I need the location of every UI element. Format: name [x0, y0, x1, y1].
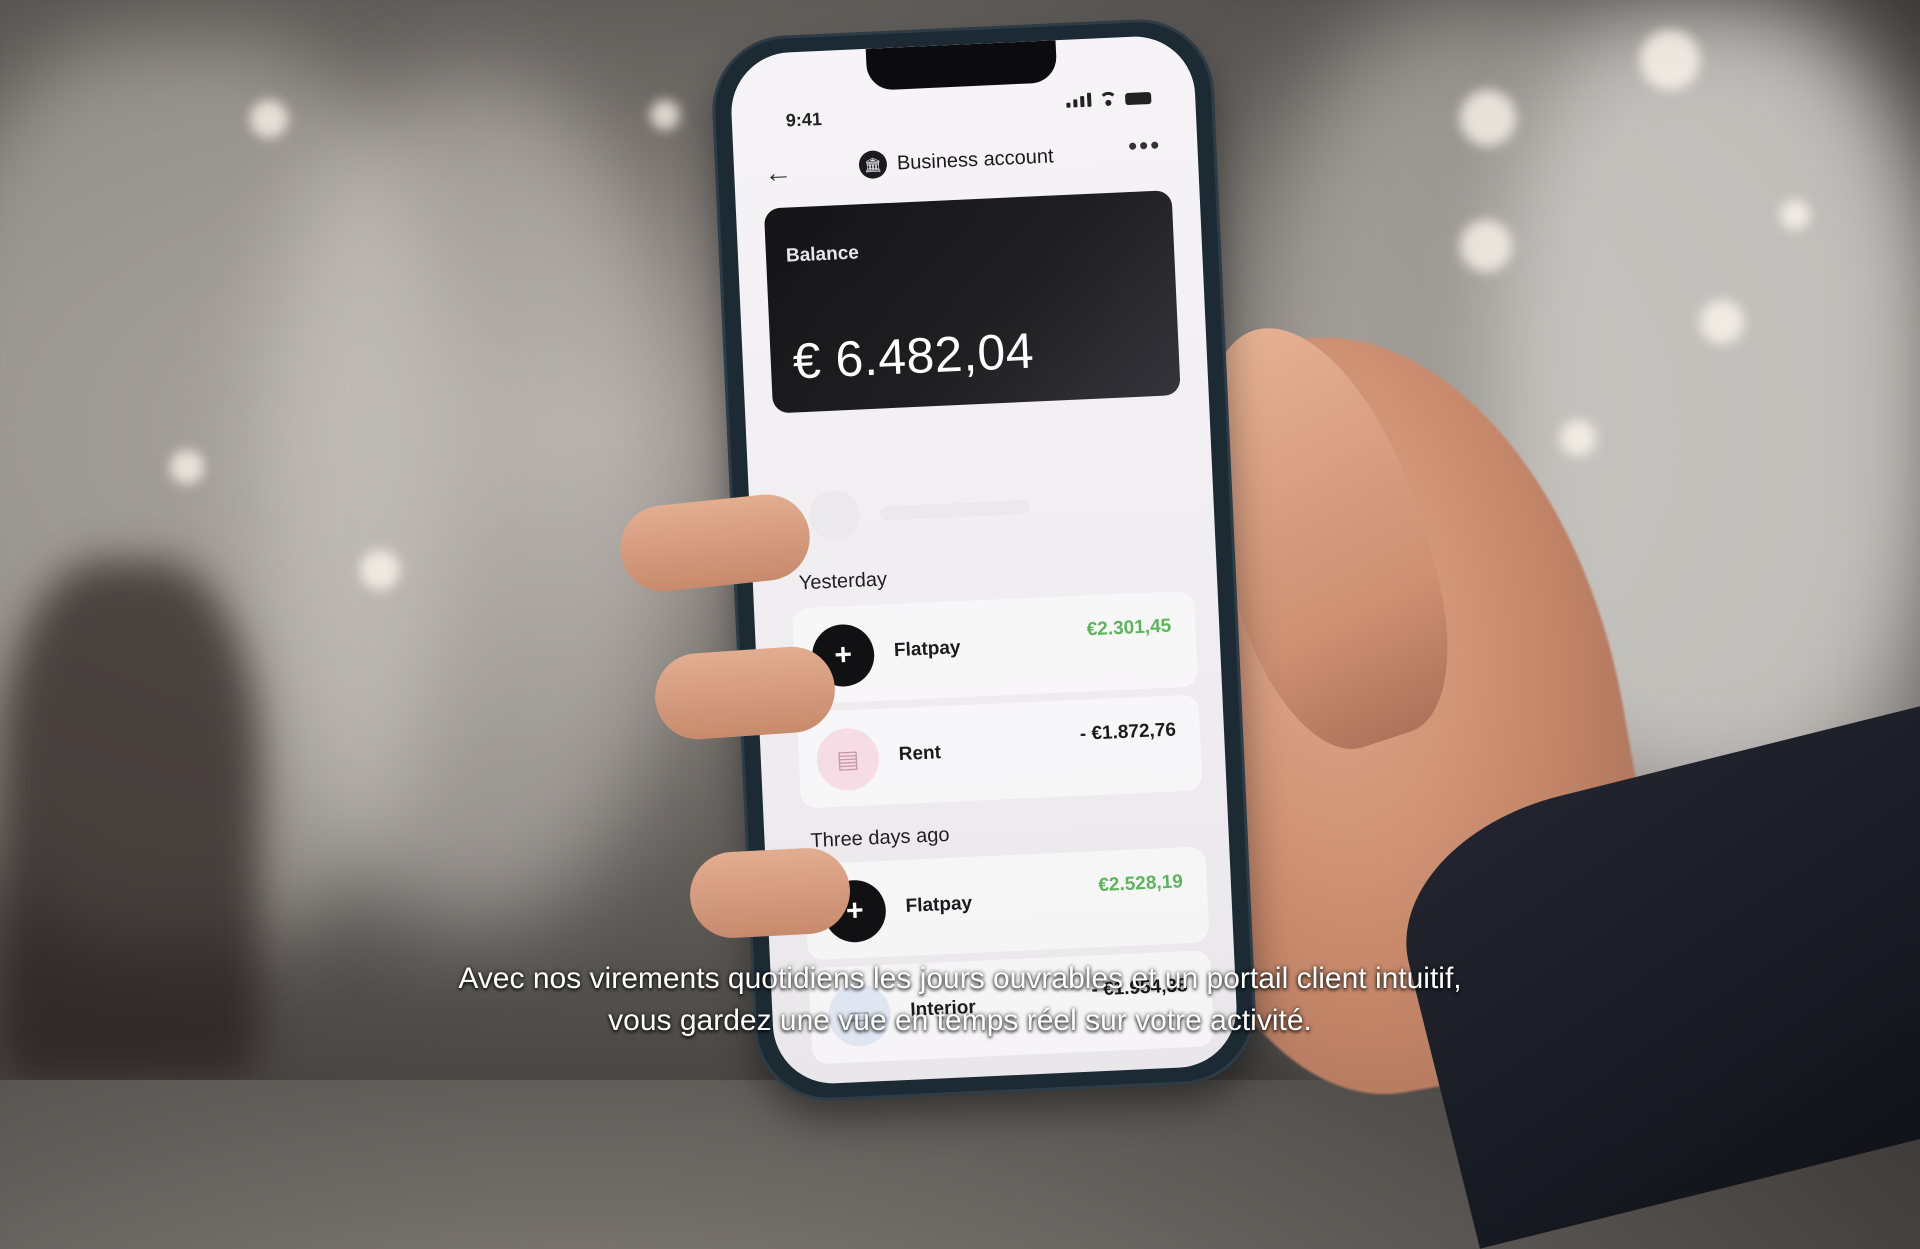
building-icon: ▤	[815, 727, 881, 792]
section-heading-three-days-ago: Three days ago	[810, 823, 950, 853]
transaction-amount: €2.301,45	[1086, 615, 1172, 641]
transaction-row[interactable]: ▤ Rent - €1.872,76	[796, 694, 1203, 809]
balance-label: Balance	[785, 242, 860, 267]
transaction-name: Flatpay	[905, 892, 973, 917]
faded-avatar	[808, 489, 861, 542]
finger	[652, 643, 838, 743]
faded-line	[879, 499, 1030, 521]
section-heading-yesterday: Yesterday	[798, 568, 888, 595]
transaction-name: Rent	[898, 742, 942, 766]
transaction-amount: €2.528,19	[1097, 871, 1184, 897]
account-title: 🏛 Business account	[858, 142, 1055, 180]
transaction-row[interactable]: + Flatpay €2.528,19	[803, 846, 1210, 961]
battery-icon	[1124, 91, 1152, 106]
transaction-row[interactable]: + Flatpay €2.301,45	[792, 590, 1198, 705]
video-subtitles: Avec nos virements quotidiens les jours …	[0, 958, 1920, 1042]
wifi-icon	[1099, 91, 1118, 106]
signal-icon	[1066, 92, 1092, 108]
status-time: 9:41	[785, 108, 823, 131]
more-options-icon[interactable]: •••	[1127, 130, 1162, 162]
nav-bar: ← 🏛 Business account •••	[733, 124, 1199, 195]
back-arrow-icon[interactable]: ←	[764, 156, 793, 189]
subtitle-line-2: vous gardez une vue en temps réel sur vo…	[608, 1004, 1312, 1037]
transaction-name: Flatpay	[893, 637, 961, 662]
bank-icon: 🏛	[858, 150, 888, 180]
page-title: Business account	[896, 144, 1055, 175]
balance-amount: € 6.482,04	[791, 322, 1036, 390]
transaction-amount: - €1.872,76	[1079, 719, 1177, 745]
subtitle-line-1: Avec nos virements quotidiens les jours …	[458, 962, 1462, 995]
phone-notch	[865, 40, 1058, 91]
status-icons	[1066, 90, 1152, 108]
balance-card[interactable]: Balance € 6.482,04	[763, 190, 1181, 414]
finger	[687, 845, 853, 941]
